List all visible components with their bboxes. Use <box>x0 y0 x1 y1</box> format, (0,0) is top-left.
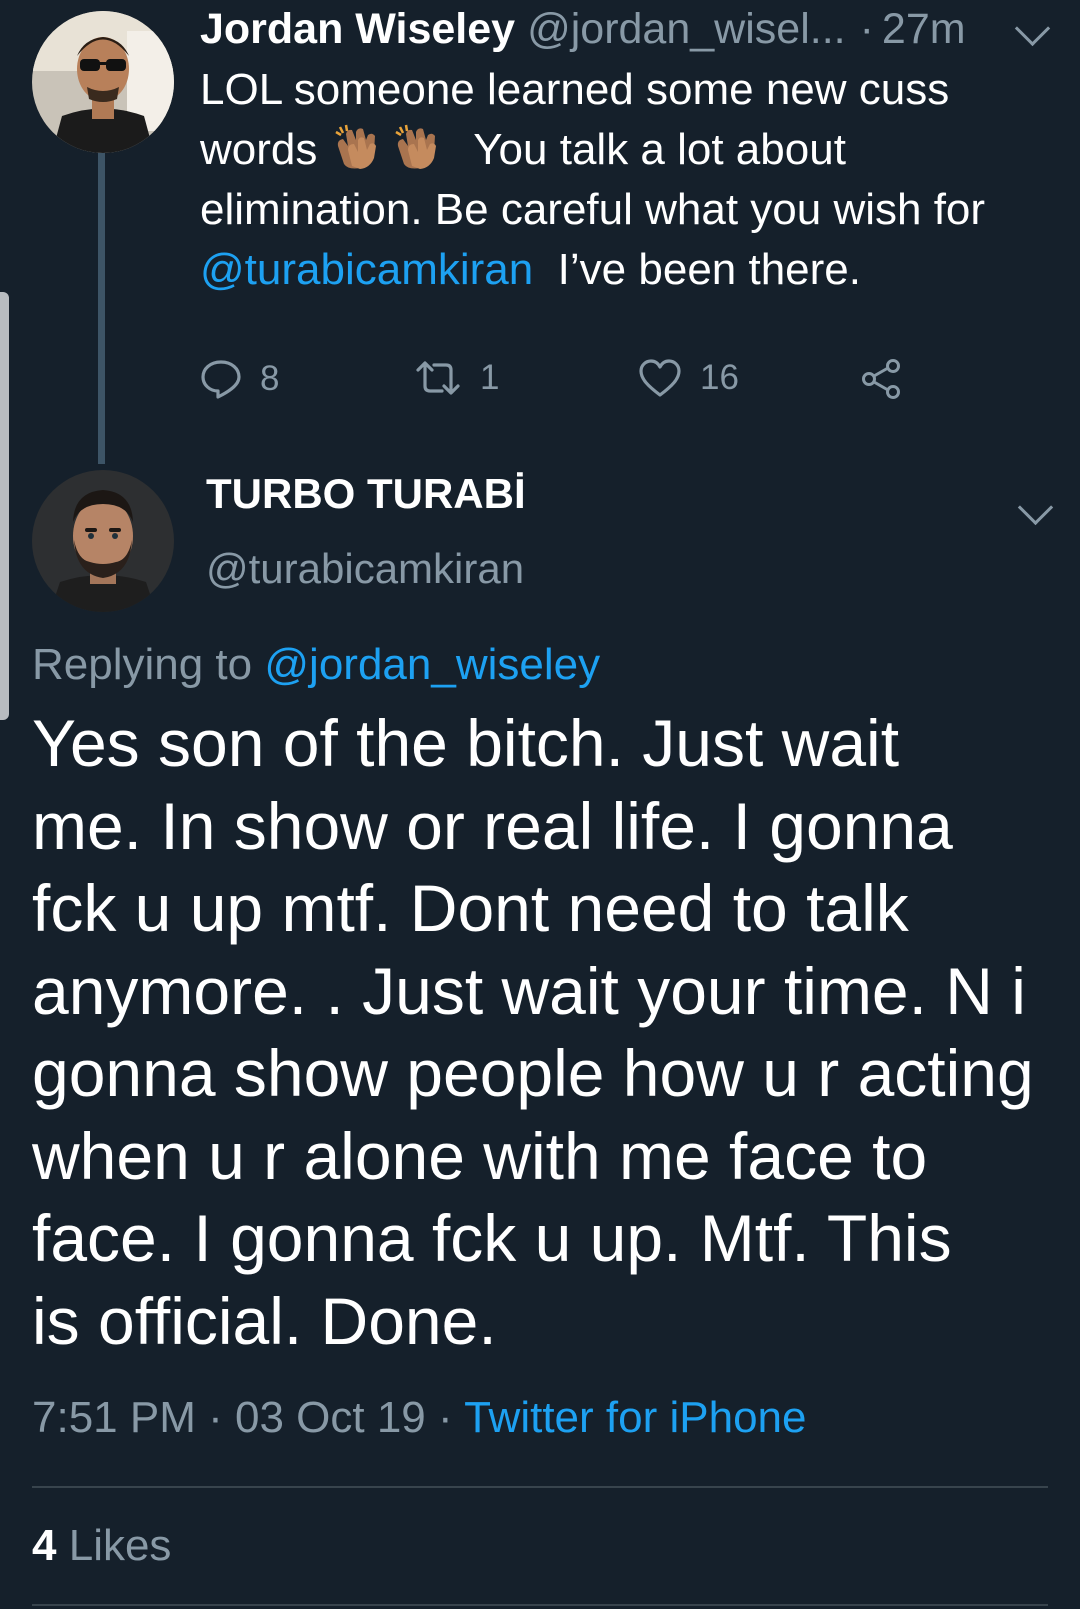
tweet2-date: 03 Oct 19 <box>235 1393 426 1442</box>
tweet1-actions: 8 1 16 <box>200 358 900 408</box>
share-button[interactable] <box>860 358 922 400</box>
reply-icon <box>201 360 241 399</box>
tweet1-line: @turabicamkiran I’ve been there. <box>200 240 1050 300</box>
tweet2-line: is official. Done. <box>32 1283 497 1358</box>
tweet2-line: fck u up mtf. Dont need to talk <box>32 871 909 945</box>
tweet2-time: 7:51 PM <box>32 1393 196 1442</box>
scroll-indicator[interactable] <box>0 292 9 720</box>
tweet1-line: words You talk a lot about <box>200 120 1050 180</box>
avatar-turbo[interactable] <box>32 470 174 612</box>
tweet1-line: LOL someone learned some new cuss <box>200 65 950 114</box>
tweet1-header: Jordan Wiseley @jordan_wisel... · 27m <box>200 0 1050 58</box>
replying-label: Replying to <box>32 640 253 689</box>
tweet1-line-text: words <box>200 125 330 174</box>
tweet2-line: when u r alone with me face to <box>32 1118 928 1193</box>
tweet1-line: elimination. Be careful what you wish fo… <box>200 185 986 234</box>
tweet1-line-text: You talk a lot about <box>449 125 846 174</box>
tweet2-line: me. In show or real life. I gonna <box>32 788 953 863</box>
likes-count: 4 <box>32 1521 57 1570</box>
like-count: 16 <box>700 358 739 397</box>
tweet2-line: Yes son of the bitch. Just wait <box>32 706 900 780</box>
likes-summary[interactable]: 4 Likes <box>32 1521 171 1571</box>
divider <box>32 1604 1048 1606</box>
avatar-jordan[interactable] <box>32 11 174 153</box>
replying-to: Replying to @jordan_wiseley <box>32 640 600 690</box>
tweet2-text: Yes son of the bitch. Just wait me. In s… <box>32 702 1072 1362</box>
tweet2-source-link[interactable]: Twitter for iPhone <box>464 1393 806 1442</box>
tweet1-text: LOL someone learned some new cuss words … <box>200 60 1050 300</box>
clapping-hands-emoji <box>334 124 386 170</box>
divider <box>32 1486 1048 1488</box>
retweet-count: 1 <box>480 358 500 397</box>
reply-button[interactable]: 8 <box>200 358 279 400</box>
tweet2-line: face. I gonna fck u up. Mtf. This <box>32 1201 952 1275</box>
tweet1-author-handle[interactable]: @jordan_wisel... <box>527 5 846 54</box>
tweet2-author-name[interactable]: TURBO TURABİ <box>206 470 526 518</box>
chevron-down-icon[interactable] <box>1017 489 1054 526</box>
retweet-button[interactable]: 1 <box>414 358 499 398</box>
tweet2-meta: 7:51 PM · 03 Oct 19 · Twitter for iPhone <box>32 1393 806 1443</box>
meta-separator: · <box>438 1393 453 1442</box>
tweet1-author-name[interactable]: Jordan Wiseley <box>200 5 515 54</box>
replying-handle-link[interactable]: @jordan_wiseley <box>264 640 600 689</box>
meta-separator: · <box>208 1393 223 1442</box>
clapping-hands-emoji <box>394 124 446 170</box>
tweet2-line: anymore. . Just wait your time. N i <box>32 953 1026 1028</box>
reply-count: 8 <box>260 359 280 398</box>
tweet1-line-text: I’ve been there. <box>533 245 861 294</box>
tweet1-mention-link[interactable]: @turabicamkiran <box>200 245 533 294</box>
tweet2-author-handle[interactable]: @turabicamkiran <box>206 545 524 593</box>
like-button[interactable]: 16 <box>638 358 739 398</box>
thread-connector-line <box>98 152 105 464</box>
tweet2-line: gonna show people how u r acting <box>32 1036 1034 1110</box>
share-icon <box>862 359 900 399</box>
tweet1-separator: · <box>859 4 874 53</box>
tweet1-timestamp[interactable]: 27m <box>882 5 966 54</box>
heart-icon <box>639 359 681 397</box>
likes-label: Likes <box>68 1521 172 1570</box>
retweet-icon <box>416 361 460 395</box>
